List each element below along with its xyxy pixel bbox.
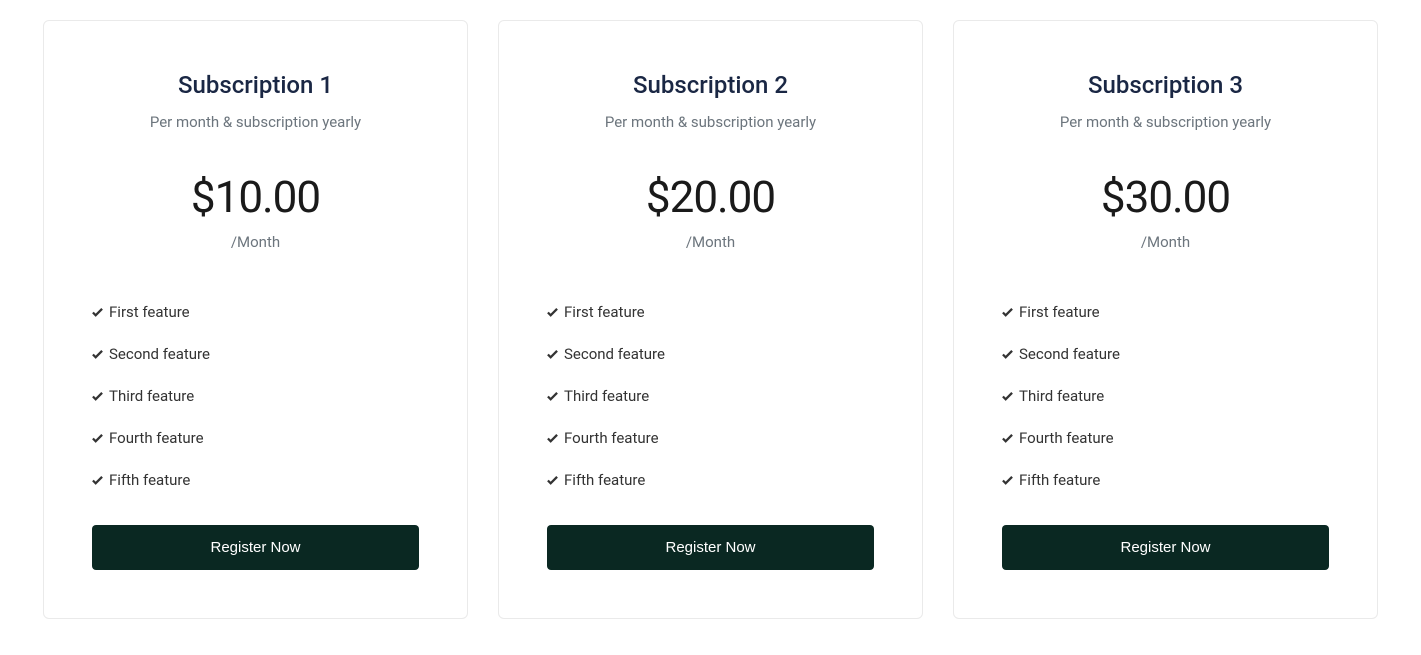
feature-item: Second feature xyxy=(547,333,874,375)
feature-item: Fifth feature xyxy=(547,459,874,501)
feature-label: Second feature xyxy=(109,345,210,363)
feature-item: Fifth feature xyxy=(1002,459,1329,501)
feature-label: Third feature xyxy=(109,387,194,405)
check-icon xyxy=(547,391,558,402)
plan-title: Subscription 2 xyxy=(547,71,874,99)
check-icon xyxy=(1002,307,1013,318)
feature-label: Second feature xyxy=(1019,345,1120,363)
feature-item: Fourth feature xyxy=(1002,417,1329,459)
feature-label: Fourth feature xyxy=(109,429,204,447)
card-header: Subscription 3 Per month & subscription … xyxy=(1002,71,1329,131)
feature-item: Fourth feature xyxy=(547,417,874,459)
check-icon xyxy=(1002,349,1013,360)
pricing-card-1: Subscription 1 Per month & subscription … xyxy=(43,20,468,619)
check-icon xyxy=(92,349,103,360)
feature-item: Fifth feature xyxy=(92,459,419,501)
feature-label: Third feature xyxy=(1019,387,1104,405)
feature-item: Second feature xyxy=(1002,333,1329,375)
feature-item: First feature xyxy=(1002,291,1329,333)
feature-label: First feature xyxy=(109,303,190,321)
feature-label: First feature xyxy=(1019,303,1100,321)
feature-label: Fifth feature xyxy=(564,471,645,489)
check-icon xyxy=(1002,433,1013,444)
plan-period: /Month xyxy=(1002,233,1329,251)
feature-item: Third feature xyxy=(92,375,419,417)
price-block: $30.00 /Month xyxy=(1002,171,1329,251)
feature-label: Third feature xyxy=(564,387,649,405)
check-icon xyxy=(547,307,558,318)
plan-period: /Month xyxy=(547,233,874,251)
check-icon xyxy=(92,475,103,486)
plan-subtitle: Per month & subscription yearly xyxy=(1002,113,1329,131)
register-button[interactable]: Register Now xyxy=(92,525,419,570)
check-icon xyxy=(1002,391,1013,402)
check-icon xyxy=(1002,475,1013,486)
plan-price: $10.00 xyxy=(92,171,419,223)
feature-label: Second feature xyxy=(564,345,665,363)
feature-list: First feature Second feature Third featu… xyxy=(547,291,874,501)
plan-subtitle: Per month & subscription yearly xyxy=(92,113,419,131)
card-header: Subscription 1 Per month & subscription … xyxy=(92,71,419,131)
plan-period: /Month xyxy=(92,233,419,251)
check-icon xyxy=(92,433,103,444)
feature-item: Fourth feature xyxy=(92,417,419,459)
feature-item: First feature xyxy=(547,291,874,333)
feature-label: Fourth feature xyxy=(564,429,659,447)
feature-list: First feature Second feature Third featu… xyxy=(1002,291,1329,501)
price-block: $10.00 /Month xyxy=(92,171,419,251)
register-button[interactable]: Register Now xyxy=(547,525,874,570)
card-header: Subscription 2 Per month & subscription … xyxy=(547,71,874,131)
check-icon xyxy=(92,307,103,318)
plan-title: Subscription 1 xyxy=(92,71,419,99)
plan-title: Subscription 3 xyxy=(1002,71,1329,99)
check-icon xyxy=(92,391,103,402)
plan-price: $30.00 xyxy=(1002,171,1329,223)
feature-label: Fourth feature xyxy=(1019,429,1114,447)
feature-item: Third feature xyxy=(547,375,874,417)
feature-item: Third feature xyxy=(1002,375,1329,417)
check-icon xyxy=(547,349,558,360)
feature-item: First feature xyxy=(92,291,419,333)
register-button[interactable]: Register Now xyxy=(1002,525,1329,570)
plan-subtitle: Per month & subscription yearly xyxy=(547,113,874,131)
feature-list: First feature Second feature Third featu… xyxy=(92,291,419,501)
check-icon xyxy=(547,433,558,444)
pricing-container: Subscription 1 Per month & subscription … xyxy=(40,20,1381,619)
feature-label: Fifth feature xyxy=(109,471,190,489)
pricing-card-3: Subscription 3 Per month & subscription … xyxy=(953,20,1378,619)
feature-label: Fifth feature xyxy=(1019,471,1100,489)
feature-item: Second feature xyxy=(92,333,419,375)
pricing-card-2: Subscription 2 Per month & subscription … xyxy=(498,20,923,619)
price-block: $20.00 /Month xyxy=(547,171,874,251)
check-icon xyxy=(547,475,558,486)
plan-price: $20.00 xyxy=(547,171,874,223)
feature-label: First feature xyxy=(564,303,645,321)
